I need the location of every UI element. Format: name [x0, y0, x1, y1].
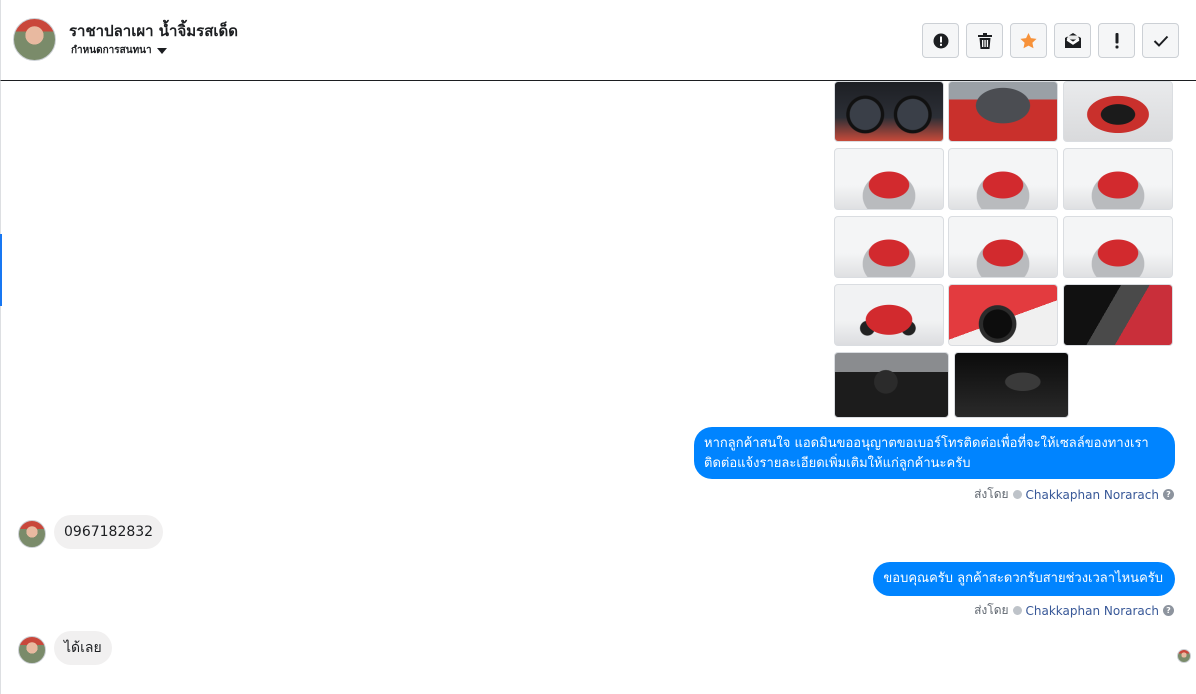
agent-avatar-icon [1012, 606, 1022, 615]
envelope-icon [1064, 33, 1081, 48]
photo-dashboard[interactable] [834, 81, 944, 142]
important-button[interactable] [1098, 23, 1135, 58]
star-button[interactable] [1010, 23, 1047, 58]
check-icon [1153, 35, 1168, 47]
sent-by-prefix: ส่งโดย [974, 487, 1009, 501]
outgoing-message[interactable]: หากลูกค้าสนใจ แอดมินขออนุญาตขอเบอร์โทรติ… [694, 427, 1175, 479]
help-icon[interactable]: ? [1163, 605, 1174, 616]
conversation-toolbar [922, 23, 1179, 58]
photo-interior[interactable] [834, 352, 949, 418]
alert-circle-icon [933, 33, 948, 48]
incoming-message[interactable]: ได้เลย [54, 631, 112, 665]
conversation-header: ราชาปลาเผา น้ำจิ้มรสเด็ด กำหนดการสนทนา [0, 0, 1196, 81]
caret-down-icon [156, 47, 167, 54]
photo-trunk[interactable] [1063, 81, 1173, 142]
agent-avatar-icon [1012, 490, 1022, 499]
message-line: หากลูกค้าสนใจ แอดมินขออนุญาตขอเบอร์โทรติ… [704, 436, 1149, 451]
contact-message-avatar[interactable] [18, 520, 46, 548]
agent-name-link[interactable]: Chakkaphan Norarach [1026, 488, 1159, 502]
incoming-message[interactable]: 0967182832 [54, 515, 164, 549]
contact-avatar[interactable] [13, 18, 56, 61]
photo-front[interactable] [948, 148, 1058, 210]
star-icon [1020, 32, 1037, 48]
sent-by-prefix: ส่งโดย [974, 603, 1009, 617]
help-icon[interactable]: ? [1163, 489, 1174, 500]
photo-side[interactable] [834, 284, 944, 346]
outgoing-message[interactable]: ขอบคุณครับ ลูกค้าสะดวกรับสายช่วงเวลาไหนค… [873, 562, 1175, 596]
delete-button[interactable] [966, 23, 1003, 58]
photo-rear-right[interactable] [1063, 216, 1173, 278]
message-line: ขอบคุณครับ ลูกค้าสะดวกรับสายช่วงเวลาไหนค… [883, 571, 1163, 586]
photo-rear[interactable] [948, 216, 1058, 278]
trash-icon [977, 32, 992, 49]
sent-by-label: ส่งโดย Chakkaphan Norarach ? [974, 601, 1174, 620]
message-line: ติดต่อแจ้งรายละเอียดเพิ่มเติมให้แก่ลูกค้… [704, 456, 971, 471]
photo-front-right[interactable] [1063, 148, 1173, 210]
conversation-label: กำหนดการสนทนา [71, 45, 152, 56]
photo-gear-shift[interactable] [954, 352, 1069, 418]
seen-indicator-avatar [1177, 649, 1191, 663]
panel-divider [0, 81, 1, 694]
photo-door[interactable] [1063, 284, 1173, 346]
photo-rear-left[interactable] [834, 216, 944, 278]
alert-circle-button[interactable] [922, 23, 959, 58]
mark-unread-button[interactable] [1054, 23, 1091, 58]
conversation-label-dropdown[interactable]: กำหนดการสนทนา [71, 43, 167, 58]
mark-done-button[interactable] [1142, 23, 1179, 58]
sent-by-label: ส่งโดย Chakkaphan Norarach ? [974, 485, 1174, 504]
photo-engine[interactable] [948, 81, 1058, 142]
exclamation-icon [1115, 32, 1118, 48]
scroll-indicator [0, 234, 2, 306]
photo-wheel[interactable] [948, 284, 1058, 346]
contact-name[interactable]: ราชาปลาเผา น้ำจิ้มรสเด็ด [69, 19, 238, 43]
contact-message-avatar[interactable] [18, 636, 46, 664]
agent-name-link[interactable]: Chakkaphan Norarach [1026, 604, 1159, 618]
photo-front-left[interactable] [834, 148, 944, 210]
